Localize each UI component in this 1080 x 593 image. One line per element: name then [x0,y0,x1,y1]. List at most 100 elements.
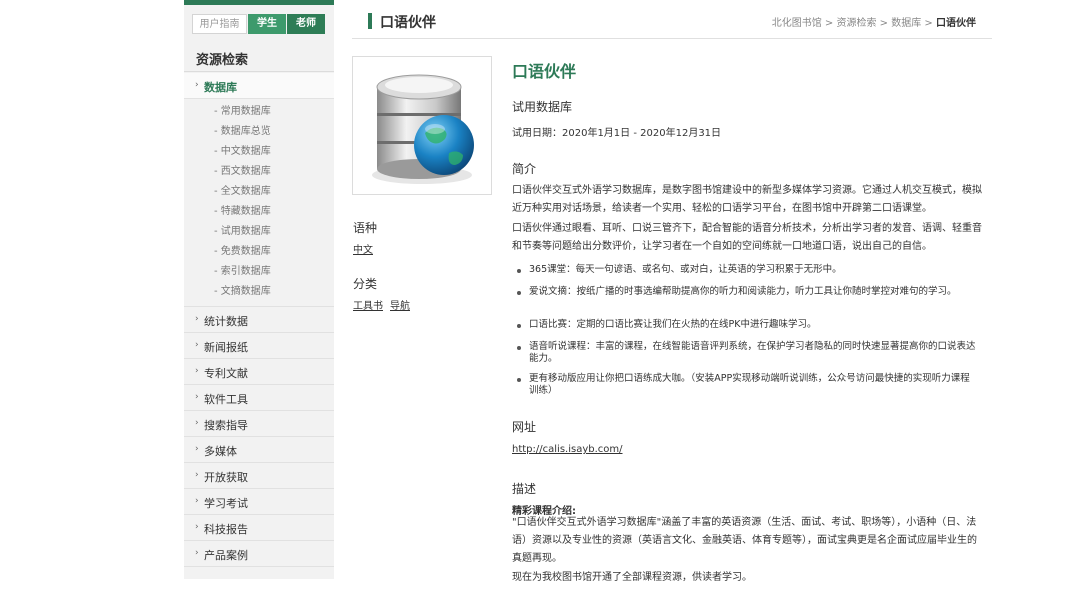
category-label: 分类 [353,277,378,291]
user-tabs: 用户指南 学生 老师 [192,14,325,34]
page-title: 口语伙伴 [380,15,436,31]
tab-teacher[interactable]: 老师 [287,14,325,34]
category-tool-books[interactable]: 工具书 [353,297,383,312]
sidebar-item-patents[interactable]: › 专利文献 [184,358,334,385]
sub-item-label: 文摘数据库 [220,286,271,297]
sidebar-item-multimedia[interactable]: › 多媒体 [184,436,334,463]
text-line: 近万种实用对话场景，给读者一个实用、轻松的口语学习平台，在图书馆中开辟第二口语课… [512,203,932,214]
sub-item-label: 特藏数据库 [220,206,271,217]
description-heading: 描述 [512,482,537,496]
list-bullet [517,346,521,350]
sidebar-item-label: 软件工具 [204,393,248,406]
database-globe-icon [372,74,474,184]
url-heading: 网址 [512,420,537,434]
sub-item-label: 西文数据库 [220,166,271,177]
intro-paragraph-2: 口语伙伴通过眼看、耳听、口说三管齐下，配合智能的语音分析技术，分析出学习者的发音… [512,220,990,256]
sub-item-label: 试用数据库 [220,226,271,237]
sidebar-item-label: 学习考试 [204,497,248,510]
sub-item-trial[interactable]: - 试用数据库 [214,222,271,237]
description-tail: 现在为我校图书馆开通了全部课程资源，供读者学习。 [512,572,752,583]
sub-item-common[interactable]: - 常用数据库 [214,102,271,117]
arrow-bullet-icon: › [195,314,199,324]
breadcrumb-library[interactable]: 北化图书馆 [772,18,822,29]
feature-item: 365课堂：每天一句谚语、或名句、或对白，让英语的学习积累于无形中。 [529,264,842,275]
sidebar-item-newspapers[interactable]: › 新闻报纸 [184,332,334,359]
sidebar: 用户指南 学生 老师 资源检索 › 数据库 - 常用数据库 - 数据库总览 - … [184,0,334,579]
sub-item-chinese[interactable]: - 中文数据库 [214,142,271,157]
sub-item-label: 数据库总览 [220,126,271,137]
sidebar-item-product-cases[interactable]: › 产品案例 [184,540,334,567]
sub-item-free[interactable]: - 免费数据库 [214,242,271,257]
sidebar-item-exams[interactable]: › 学习考试 [184,488,334,515]
sidebar-item-label: 统计数据 [204,315,248,328]
database-type: 试用数据库 [512,100,573,114]
sidebar-item-software[interactable]: › 软件工具 [184,384,334,411]
intro-heading: 简介 [512,162,537,176]
list-bullet [517,269,521,273]
arrow-bullet-icon: › [195,392,199,402]
sub-item-label: 常用数据库 [220,106,271,117]
arrow-bullet-icon: › [195,366,199,376]
text-line: 和节奏等问题给出分数评价，让学习者在一个自如的空间练就一口地道口语，说出自己的自… [512,241,932,252]
tab-user-guide[interactable]: 用户指南 [192,14,247,34]
sidebar-item-label: 数据库 [204,81,237,94]
text-line: 口语伙伴通过眼看、耳听、口说三管齐下，配合智能的语音分析技术，分析出学习者的发音… [512,223,982,234]
arrow-bullet-icon: › [195,80,199,90]
list-bullet [517,324,521,328]
sub-item-western[interactable]: - 西文数据库 [214,162,271,177]
feature-item: 语音听说课程：丰富的课程，在线智能语音评判系统，在保护学习者隐私的同时快速显著提… [529,341,976,364]
breadcrumb: 北化图书馆 > 资源检索 > 数据库 > 口语伙伴 [771,18,976,29]
arrow-bullet-icon: › [195,496,199,506]
database-title: 口语伙伴 [512,62,577,81]
sidebar-item-search-guide[interactable]: › 搜索指导 [184,410,334,437]
breadcrumb-database[interactable]: 数据库 [891,18,921,29]
database-url-link[interactable]: http://calis.isayb.com/ [512,444,623,455]
sidebar-item-more[interactable] [184,566,334,593]
feature-item: 口语比赛：定期的口语比赛让我们在火热的在线PK中进行趣味学习。 [529,319,817,330]
feature-item: 爱说文摘：按纸广播的时事选编帮助提高你的听力和阅读能力，听力工具让你随时掌控对难… [529,286,957,297]
list-bullet [517,291,521,295]
sidebar-item-open-access[interactable]: › 开放获取 [184,462,334,489]
sidebar-item-label: 开放获取 [204,471,248,484]
sidebar-item-label: 多媒体 [204,445,237,458]
header-divider [352,38,992,39]
sub-item-label: 免费数据库 [220,246,271,257]
language-label: 语种 [353,221,378,235]
sub-item-index[interactable]: - 索引数据库 [214,262,271,277]
sidebar-item-label: 新闻报纸 [204,341,248,354]
description-paragraph: "口语伙伴交互式外语学习数据库"涵盖了丰富的英语资源（生活、面试、考试、职场等）… [512,514,990,568]
sub-item-label: 中文数据库 [220,146,271,157]
feature-item: 更有移动版应用让你把口语练成大咖。（安装APP实现移动端听说训练，公众号访问最快… [529,373,970,396]
intro-paragraph-1: 口语伙伴交互式外语学习数据库，是数字图书馆建设中的新型多媒体学习资源。它通过人机… [512,182,990,218]
category-navigation[interactable]: 导航 [390,297,410,312]
sub-item-special[interactable]: - 特藏数据库 [214,202,271,217]
language-value[interactable]: 中文 [353,241,373,256]
database-image [352,56,492,195]
breadcrumb-search[interactable]: 资源检索 [837,18,877,29]
sidebar-item-tech-reports[interactable]: › 科技报告 [184,514,334,541]
arrow-bullet-icon: › [195,444,199,454]
sidebar-item-label: 专利文献 [204,367,248,380]
sub-item-label: 全文数据库 [220,186,271,197]
arrow-bullet-icon: › [195,340,199,350]
sidebar-item-label: 搜索指导 [204,419,248,432]
sub-item-label: 索引数据库 [220,266,271,277]
sidebar-item-database[interactable]: › 数据库 [184,73,334,99]
sidebar-item-statistics[interactable]: › 统计数据 [184,306,334,333]
sidebar-item-label: 科技报告 [204,523,248,536]
sub-item-fulltext[interactable]: - 全文数据库 [214,182,271,197]
list-bullet [517,378,521,382]
arrow-bullet-icon: › [195,470,199,480]
sub-item-abstract[interactable]: - 文摘数据库 [214,282,271,297]
sub-item-overview[interactable]: - 数据库总览 [214,122,271,137]
title-accent-bar [368,13,372,29]
divider [184,71,334,72]
tab-student[interactable]: 学生 [248,14,286,34]
text-line: 语）资源以及专业性的资源（英语言文化、金融英语、体育专题等），面试宝典更是名企面… [512,535,977,546]
sidebar-top-bar [184,0,334,5]
arrow-bullet-icon: › [195,418,199,428]
text-line: "口语伙伴交互式外语学习数据库"涵盖了丰富的英语资源（生活、面试、考试、职场等）… [512,517,977,528]
sidebar-item-label: 产品案例 [204,549,248,562]
trial-date: 试用日期：2020年1月1日 - 2020年12月31日 [512,128,722,139]
arrow-bullet-icon: › [195,522,199,532]
